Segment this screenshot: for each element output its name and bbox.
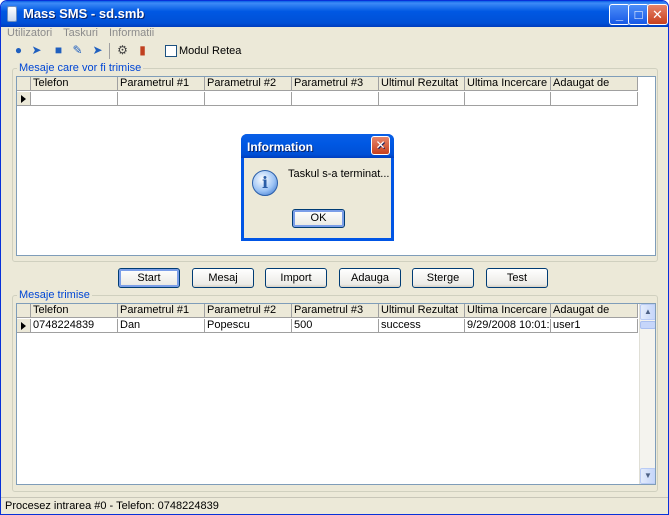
- cell-empty[interactable]: [292, 92, 379, 106]
- window-title: Mass SMS - sd.smb: [23, 6, 145, 21]
- header-corner: [17, 77, 31, 91]
- checkbox-box[interactable]: [165, 45, 177, 57]
- checkbox-label: Modul Retea: [179, 45, 242, 57]
- export-icon[interactable]: ➤: [90, 43, 105, 58]
- close-button[interactable]: ✕: [647, 4, 668, 25]
- cell-ultima-incercare[interactable]: 9/29/2008 10:01:35: [465, 319, 551, 333]
- menu-taskuri[interactable]: Taskuri: [63, 27, 98, 39]
- cell-parametrul-1[interactable]: Dan: [118, 319, 205, 333]
- adauga-button[interactable]: Adauga: [339, 268, 401, 288]
- col-ultimul-rezultat[interactable]: Ultimul Rezultat: [379, 77, 465, 91]
- table-row[interactable]: [17, 92, 655, 106]
- cell-empty[interactable]: [31, 92, 118, 106]
- col-telefon[interactable]: Telefon: [31, 304, 118, 318]
- col-ultima-incercare[interactable]: Ultima Incercare: [465, 77, 551, 91]
- dialog-close-button[interactable]: ✕: [371, 136, 390, 155]
- header-corner: [17, 304, 31, 318]
- col-parametrul-1[interactable]: Parametrul #1: [118, 304, 205, 318]
- scroll-thumb[interactable]: [640, 321, 655, 329]
- pending-group-label: Mesaje care vor fi trimise: [17, 62, 144, 74]
- cell-ultimul-rezultat[interactable]: success: [379, 319, 465, 333]
- test-button[interactable]: Test: [486, 268, 548, 288]
- sent-group-label: Mesaje trimise: [17, 289, 92, 301]
- ok-button[interactable]: OK: [292, 209, 345, 228]
- status-text: Procesez intrarea #0 - Telefon: 07482248…: [5, 500, 219, 512]
- app-phone-icon: [7, 6, 17, 22]
- dialog-title-bar: Information ✕: [241, 134, 394, 158]
- sent-header-row: Telefon Parametrul #1 Parametrul #2 Para…: [17, 304, 639, 318]
- send-icon[interactable]: ➤: [29, 43, 44, 58]
- row-pointer-icon: [21, 322, 26, 330]
- cell-parametrul-3[interactable]: 500: [292, 319, 379, 333]
- vertical-scrollbar[interactable]: ▲ ▼: [639, 304, 655, 484]
- cell-telefon[interactable]: 0748224839: [31, 319, 118, 333]
- col-parametrul-2[interactable]: Parametrul #2: [205, 77, 292, 91]
- stats-icon[interactable]: ▮: [135, 43, 150, 58]
- col-adaugat-de[interactable]: Adaugat de: [551, 304, 638, 318]
- col-telefon[interactable]: Telefon: [31, 77, 118, 91]
- start-button[interactable]: Start: [118, 268, 180, 288]
- mesaj-button[interactable]: Mesaj: [192, 268, 254, 288]
- row-selector[interactable]: [17, 319, 31, 333]
- col-parametrul-2[interactable]: Parametrul #2: [205, 304, 292, 318]
- maximize-button[interactable]: □: [628, 4, 649, 25]
- sent-grid[interactable]: Telefon Parametrul #1 Parametrul #2 Para…: [16, 303, 656, 485]
- menu-bar: Utilizatori Taskuri Informatii: [1, 27, 668, 41]
- cell-empty[interactable]: [465, 92, 551, 106]
- col-parametrul-3[interactable]: Parametrul #3: [292, 77, 379, 91]
- pending-header-row: Telefon Parametrul #1 Parametrul #2 Para…: [17, 77, 655, 91]
- cell-empty[interactable]: [551, 92, 638, 106]
- dialog-title: Information: [247, 140, 313, 154]
- gear-icon[interactable]: ⚙: [115, 43, 130, 58]
- info-icon: i: [252, 170, 278, 196]
- cell-empty[interactable]: [118, 92, 205, 106]
- table-row[interactable]: 0748224839 Dan Popescu 500 success 9/29/…: [17, 319, 639, 333]
- user-icon[interactable]: ●: [11, 43, 26, 58]
- status-bar: Procesez intrarea #0 - Telefon: 07482248…: [1, 497, 668, 514]
- col-parametrul-1[interactable]: Parametrul #1: [118, 77, 205, 91]
- toolbar-separator: [109, 43, 110, 59]
- col-parametrul-3[interactable]: Parametrul #3: [292, 304, 379, 318]
- col-ultima-incercare[interactable]: Ultima Incercare: [465, 304, 551, 318]
- col-ultimul-rezultat[interactable]: Ultimul Rezultat: [379, 304, 465, 318]
- minimize-button[interactable]: _: [609, 4, 630, 25]
- dialog-message: Taskul s-a terminat...: [288, 168, 390, 180]
- scroll-down-icon[interactable]: ▼: [640, 468, 655, 484]
- information-dialog: Information ✕ i Taskul s-a terminat... O…: [241, 134, 394, 241]
- folder-icon[interactable]: ■: [51, 43, 66, 58]
- cell-adaugat-de[interactable]: user1: [551, 319, 638, 333]
- title-bar: Mass SMS - sd.smb _ □ ✕: [1, 1, 668, 27]
- menu-informatii[interactable]: Informatii: [109, 27, 154, 39]
- row-selector[interactable]: [17, 92, 31, 106]
- cell-empty[interactable]: [379, 92, 465, 106]
- cell-empty[interactable]: [205, 92, 292, 106]
- main-window: Mass SMS - sd.smb _ □ ✕ Utilizatori Task…: [0, 0, 669, 515]
- import-button[interactable]: Import: [265, 268, 327, 288]
- cell-parametrul-2[interactable]: Popescu: [205, 319, 292, 333]
- sterge-button[interactable]: Sterge: [412, 268, 474, 288]
- menu-utilizatori[interactable]: Utilizatori: [7, 27, 52, 39]
- scroll-up-icon[interactable]: ▲: [640, 304, 655, 320]
- col-adaugat-de[interactable]: Adaugat de: [551, 77, 638, 91]
- edit-icon[interactable]: ✎: [70, 43, 85, 58]
- row-pointer-icon: [21, 95, 26, 103]
